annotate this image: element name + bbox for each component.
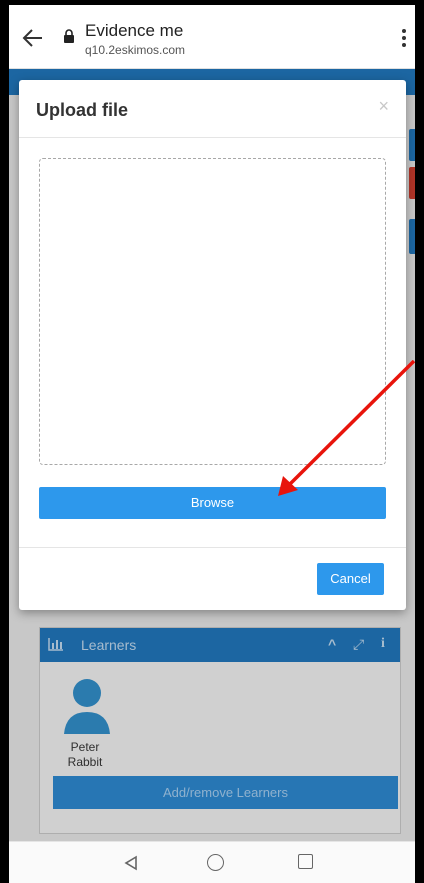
- back-arrow-icon[interactable]: [22, 27, 44, 49]
- nav-home-icon[interactable]: [207, 854, 224, 871]
- more-vert-icon[interactable]: [399, 29, 409, 51]
- phone-screen: Evidence me q10.2eskimos.com Learners ^ …: [9, 5, 415, 883]
- nav-back-icon[interactable]: [124, 855, 138, 871]
- annotation-arrow: [278, 360, 415, 496]
- browser-address-bar: Evidence me q10.2eskimos.com: [9, 5, 415, 69]
- site-title[interactable]: Evidence me: [85, 21, 183, 41]
- modal-title: Upload file: [36, 100, 129, 120]
- upload-file-modal: Upload file × Browse Cancel: [19, 80, 406, 610]
- divider: [19, 547, 406, 548]
- cancel-button[interactable]: Cancel: [317, 563, 384, 595]
- divider: [19, 137, 406, 138]
- lock-icon: [64, 29, 74, 43]
- site-url[interactable]: q10.2eskimos.com: [85, 43, 185, 57]
- nav-recents-icon[interactable]: [298, 854, 313, 869]
- android-nav-bar: [9, 841, 415, 883]
- close-icon[interactable]: ×: [378, 96, 389, 117]
